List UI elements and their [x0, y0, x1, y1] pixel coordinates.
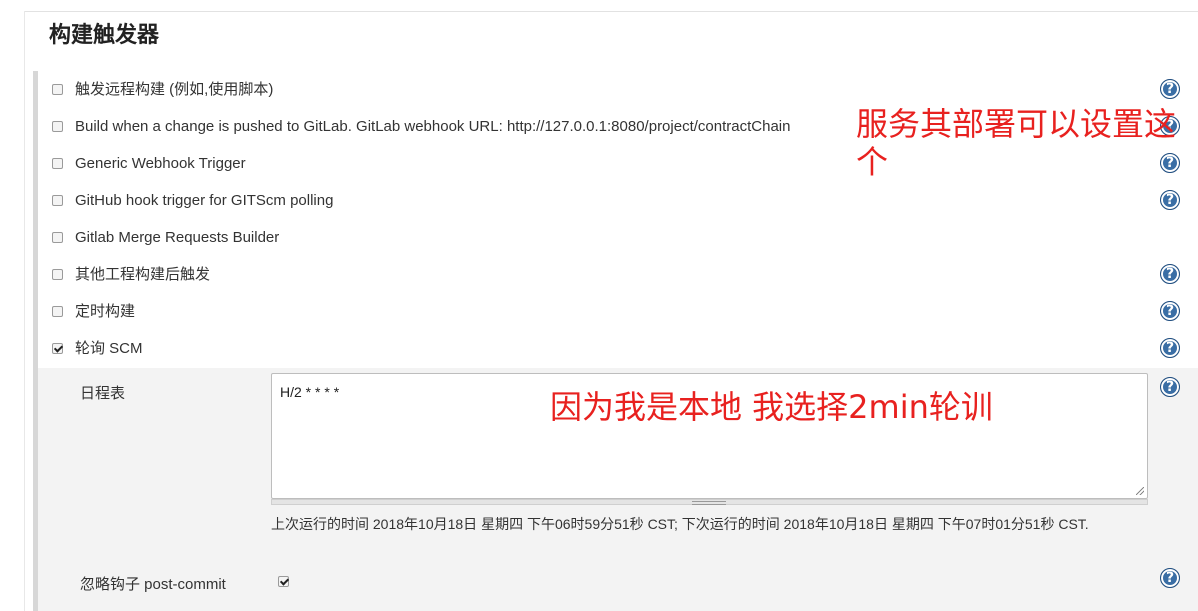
trigger-github-hook-checkbox[interactable] — [52, 195, 63, 206]
trigger-row-upstream: 其他工程构建后触发 ? — [38, 260, 1198, 290]
trigger-generic-webhook-label[interactable]: Generic Webhook Trigger — [75, 155, 246, 173]
annotation-deploy-note-line1: 服务其部署可以设置这 — [856, 105, 1177, 143]
trigger-row-remote: 触发远程构建 (例如,使用脚本) ? — [38, 75, 1198, 105]
trigger-row-generic-webhook: Generic Webhook Trigger ? — [38, 149, 1198, 179]
help-icon[interactable]: ? — [1160, 568, 1180, 588]
ignore-post-commit-checkbox[interactable] — [278, 576, 289, 587]
build-triggers-section: 触发远程构建 (例如,使用脚本) ? Build when a change i… — [33, 71, 1198, 611]
help-icon[interactable]: ? — [1160, 153, 1180, 173]
trigger-row-poll-scm: 轮询 SCM ? — [38, 334, 1198, 364]
trigger-generic-webhook-checkbox[interactable] — [52, 158, 63, 169]
trigger-upstream-checkbox[interactable] — [52, 269, 63, 280]
trigger-upstream-label[interactable]: 其他工程构建后触发 — [75, 266, 210, 284]
trigger-row-gitlab-mr: Gitlab Merge Requests Builder — [38, 223, 1198, 253]
trigger-poll-scm-checkbox[interactable] — [52, 343, 63, 354]
trigger-remote-label[interactable]: 触发远程构建 (例如,使用脚本) — [75, 81, 273, 99]
schedule-value[interactable]: H/2 * * * * — [280, 384, 339, 400]
schedule-label: 日程表 — [80, 385, 126, 402]
annotation-deploy-note-line2: 个 — [856, 143, 889, 181]
help-icon[interactable]: ? — [1160, 377, 1180, 397]
trigger-poll-scm-label[interactable]: 轮询 SCM — [75, 340, 143, 358]
trigger-remote-checkbox[interactable] — [52, 84, 63, 95]
annotation-local-note: 因为我是本地 我选择2min轮训 — [550, 388, 993, 426]
trigger-row-github-hook: GitHub hook trigger for GITScm polling ? — [38, 186, 1198, 216]
resize-grip-icon[interactable] — [1136, 487, 1144, 495]
help-icon[interactable]: ? — [1160, 190, 1180, 210]
textarea-drag-bar[interactable] — [271, 499, 1148, 505]
top-divider — [24, 11, 1198, 12]
help-icon[interactable]: ? — [1160, 264, 1180, 284]
trigger-gitlab-push-checkbox[interactable] — [52, 121, 63, 132]
section-title: 构建触发器 — [49, 23, 160, 48]
trigger-row-timer: 定时构建 ? — [38, 297, 1198, 327]
ignore-post-commit-label: 忽略钩子 post-commit — [80, 576, 226, 593]
trigger-timer-checkbox[interactable] — [52, 306, 63, 317]
help-icon[interactable]: ? — [1160, 79, 1180, 99]
next-run-info: 上次运行的时间 2018年10月18日 星期四 下午06时59分51秒 CST;… — [271, 516, 1089, 532]
drag-handle-icon[interactable] — [692, 501, 726, 505]
help-icon[interactable]: ? — [1160, 338, 1180, 358]
trigger-github-hook-label[interactable]: GitHub hook trigger for GITScm polling — [75, 192, 333, 210]
trigger-timer-label[interactable]: 定时构建 — [75, 303, 135, 321]
help-icon[interactable]: ? — [1160, 301, 1180, 321]
trigger-gitlab-push-label[interactable]: Build when a change is pushed to GitLab.… — [75, 118, 790, 136]
trigger-gitlab-mr-label[interactable]: Gitlab Merge Requests Builder — [75, 229, 279, 247]
trigger-gitlab-mr-checkbox[interactable] — [52, 232, 63, 243]
left-divider — [24, 11, 25, 611]
